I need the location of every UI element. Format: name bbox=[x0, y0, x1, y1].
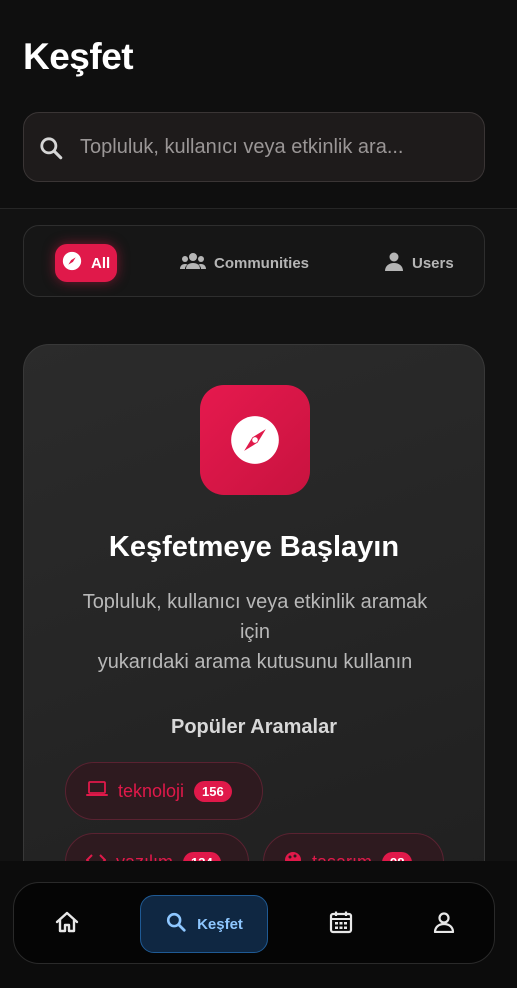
tag-count-badge: 156 bbox=[194, 780, 232, 802]
tag-label: teknoloji bbox=[118, 780, 185, 801]
compass-icon bbox=[61, 250, 83, 276]
filter-tab-all[interactable]: All bbox=[55, 244, 117, 282]
calendar-icon bbox=[329, 910, 353, 939]
search-bar[interactable] bbox=[23, 112, 485, 182]
nav-item-explore[interactable]: Keşfet bbox=[140, 895, 268, 953]
compass-icon bbox=[200, 385, 310, 495]
filter-tab-communities[interactable]: Communities bbox=[180, 244, 309, 282]
bottom-nav: Keşfet bbox=[13, 882, 495, 964]
empty-state-description: Topluluk, kullanıcı veya etkinlik aramak… bbox=[54, 587, 456, 677]
filter-tab-label: Communities bbox=[214, 254, 310, 272]
nav-label: Keşfet bbox=[197, 915, 243, 933]
laptop-icon bbox=[86, 780, 108, 802]
page-title: Keşfet bbox=[23, 36, 134, 77]
filter-tabs: All Communities Users bbox=[23, 225, 485, 297]
search-input[interactable] bbox=[80, 113, 470, 181]
popular-tag-teknoloji[interactable]: teknoloji 156 bbox=[65, 762, 263, 820]
search-icon bbox=[165, 911, 187, 937]
user-icon bbox=[384, 251, 404, 275]
search-icon bbox=[38, 135, 64, 161]
filter-tab-label: All bbox=[91, 254, 111, 272]
profile-icon bbox=[433, 911, 455, 938]
description-line: için bbox=[239, 621, 270, 643]
nav-item-home[interactable] bbox=[40, 895, 94, 953]
description-line: Topluluk, kullanıcı veya etkinlik aramak bbox=[82, 591, 428, 613]
filter-tab-label: Users bbox=[412, 254, 454, 272]
empty-state-title: Keşfetmeye Başlayın bbox=[108, 531, 400, 563]
users-group-icon bbox=[180, 251, 206, 275]
nav-item-calendar[interactable] bbox=[314, 895, 368, 953]
filter-tab-users[interactable]: Users bbox=[384, 244, 454, 282]
description-line: yukarıdaki arama kutusunu kullanın bbox=[97, 651, 413, 673]
empty-state-card: Keşfetmeye Başlayın Topluluk, kullanıcı … bbox=[23, 344, 485, 904]
header-area: Keşfet bbox=[0, 0, 517, 209]
popular-searches-title: Popüler Aramalar bbox=[171, 716, 337, 738]
home-icon bbox=[55, 911, 79, 938]
nav-item-profile[interactable] bbox=[417, 895, 471, 953]
